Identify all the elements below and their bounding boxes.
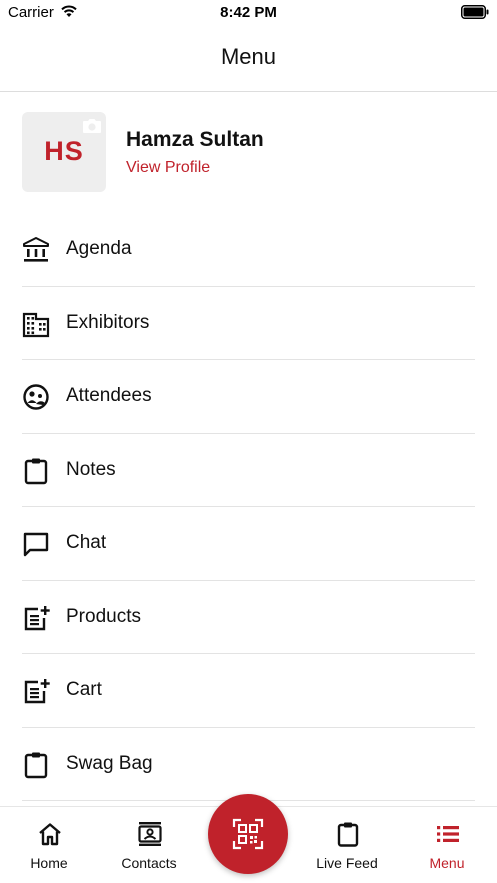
menu-list: Agenda Exhibitors Attendees Notes Chat P… xyxy=(22,213,475,801)
menu-item-notes[interactable]: Notes xyxy=(22,434,475,507)
menu-list-icon xyxy=(437,826,459,842)
tab-label: Live Feed xyxy=(316,855,378,871)
menu-item-label: Exhibitors xyxy=(66,311,150,333)
menu-item-label: Swag Bag xyxy=(66,752,153,774)
menu-item-exhibitors[interactable]: Exhibitors xyxy=(22,287,475,360)
camera-icon[interactable] xyxy=(82,118,102,134)
battery-icon xyxy=(461,5,489,19)
profile-name: Hamza Sultan xyxy=(126,128,264,151)
menu-item-cart[interactable]: Cart xyxy=(22,654,475,728)
home-icon xyxy=(39,823,61,846)
menu-item-label: Cart xyxy=(66,679,102,700)
qr-scan-button[interactable] xyxy=(208,794,288,874)
tab-label: Home xyxy=(30,855,68,871)
building-icon xyxy=(22,312,50,337)
clipboard-icon xyxy=(24,458,48,484)
menu-item-label: Notes xyxy=(66,458,116,480)
attendees-icon xyxy=(23,384,49,410)
menu-item-label: Chat xyxy=(66,532,107,553)
menu-item-attendees[interactable]: Attendees xyxy=(22,360,475,434)
menu-item-label: Agenda xyxy=(66,238,132,259)
chat-bubble-icon xyxy=(23,532,49,557)
tab-live-feed[interactable]: Live Feed xyxy=(302,807,392,883)
menu-item-agenda[interactable]: Agenda xyxy=(22,213,475,287)
contacts-icon xyxy=(138,822,162,846)
avatar[interactable]: HS xyxy=(22,112,106,192)
menu-item-chat[interactable]: Chat xyxy=(22,507,475,581)
tab-label: Menu xyxy=(429,855,465,871)
qr-code-icon xyxy=(232,818,264,850)
tab-contacts[interactable]: Contacts xyxy=(104,807,194,883)
clipboard-icon xyxy=(337,822,359,847)
clipboard-icon xyxy=(24,752,48,778)
tab-home[interactable]: Home xyxy=(4,807,94,883)
avatar-initials: HS xyxy=(44,136,84,166)
view-profile-link[interactable]: View Profile xyxy=(126,159,210,177)
post-add-icon xyxy=(24,679,50,704)
tab-label: Contacts xyxy=(121,855,177,871)
tab-menu[interactable]: Menu xyxy=(402,807,492,883)
page-title: Menu xyxy=(220,44,277,69)
menu-item-label: Products xyxy=(66,605,141,627)
post-add-icon xyxy=(24,605,50,630)
menu-item-products[interactable]: Products xyxy=(22,581,475,654)
menu-item-label: Attendees xyxy=(66,385,152,406)
menu-item-swag-bag[interactable]: Swag Bag xyxy=(22,728,475,801)
status-bar: Carrier 8:42 PM xyxy=(0,0,497,26)
navigation-bar: Menu xyxy=(0,26,497,92)
bank-icon xyxy=(23,237,49,262)
clock: 8:42 PM xyxy=(220,4,277,21)
profile-header: HS Hamza Sultan View Profile xyxy=(22,112,477,192)
